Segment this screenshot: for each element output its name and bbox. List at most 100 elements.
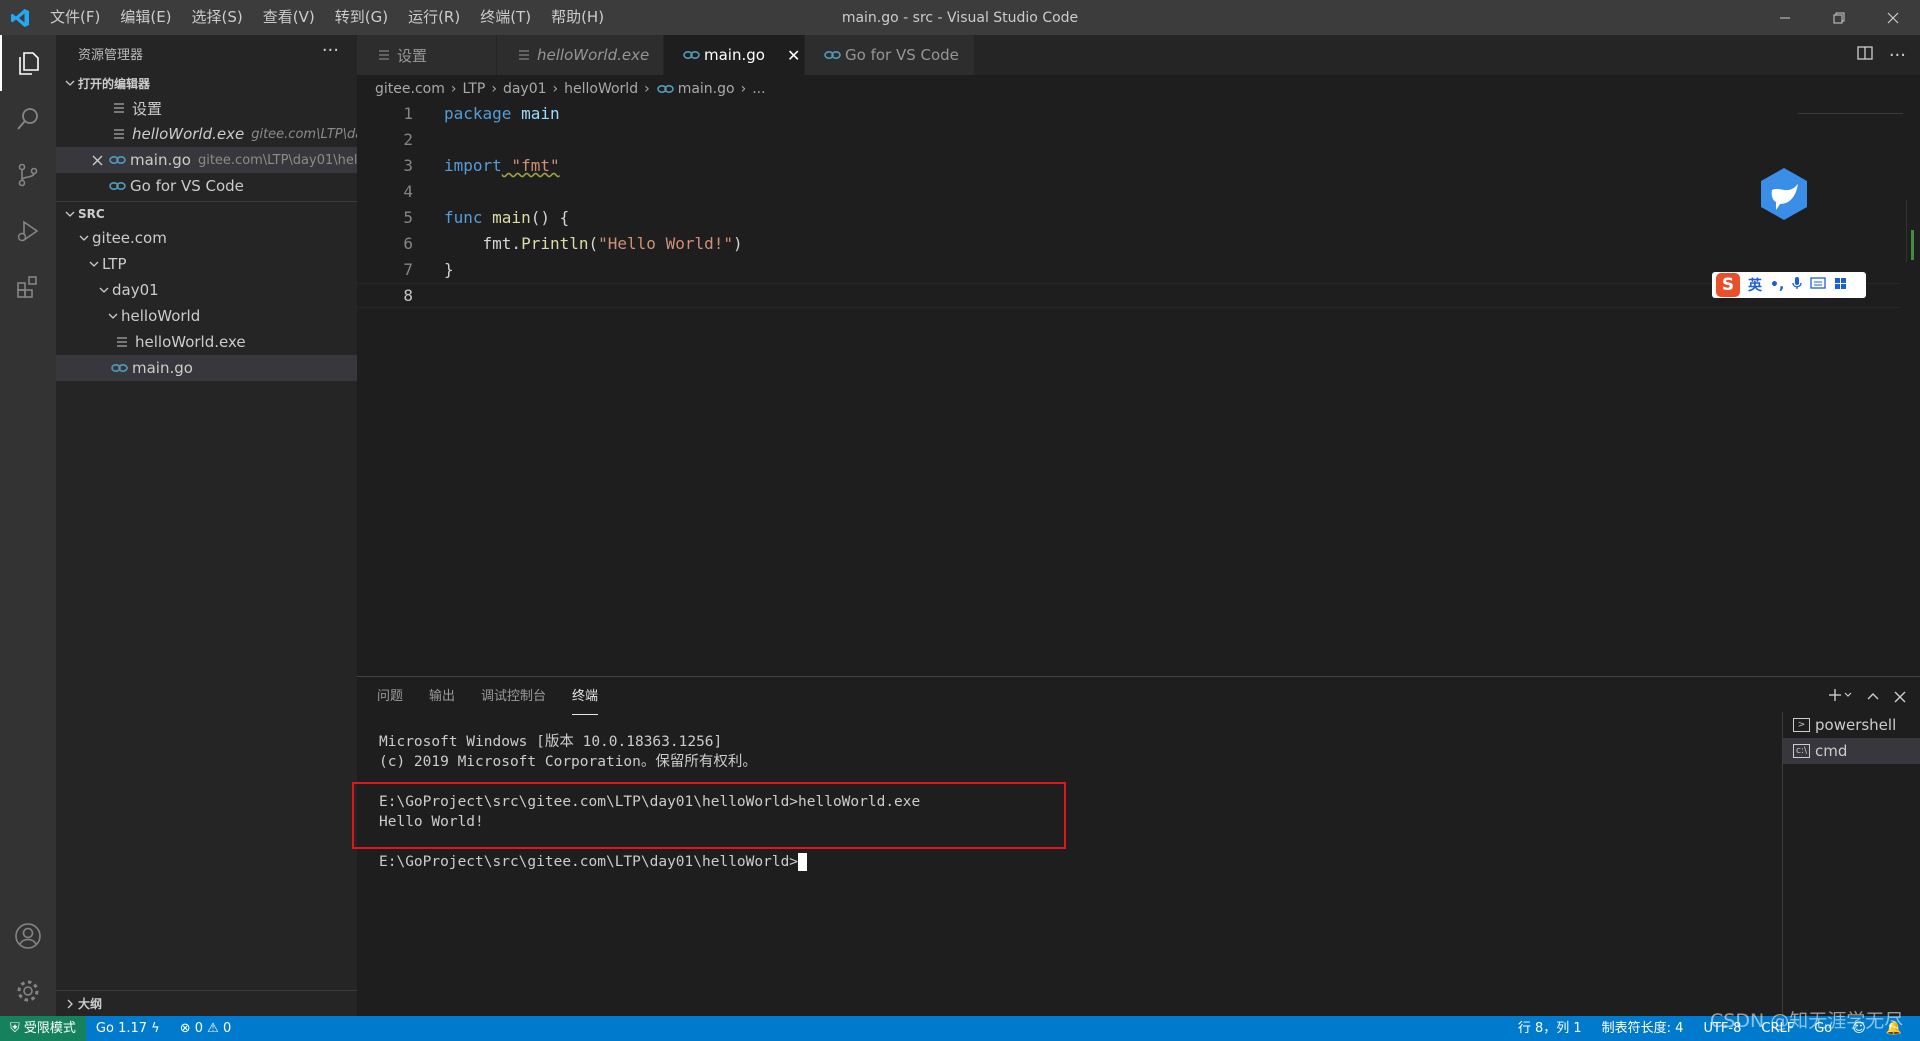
vscode-logo-icon [0, 0, 40, 35]
source-control-icon[interactable] [0, 147, 56, 203]
tab-go-for-vscode[interactable]: Go for VS Code [805, 35, 975, 75]
tab-terminal[interactable]: 终端 [572, 677, 599, 715]
open-editor-path: gitee.com\LTP\day... [251, 126, 357, 142]
terminal-icon: > [1793, 718, 1810, 732]
breadcrumb-item[interactable]: helloWorld [564, 81, 638, 97]
code-line: 6 fmt.Println("Hello World!") [357, 231, 1900, 256]
outline-section-header[interactable]: 大纲 [56, 990, 357, 1016]
floating-bird-logo-icon[interactable] [1758, 166, 1810, 222]
tree-file-main-go[interactable]: main.go [56, 355, 357, 381]
terminal-item-powershell[interactable]: > powershell [1783, 712, 1920, 738]
settings-gear-icon[interactable] [0, 963, 56, 1019]
close-editor-icon[interactable] [86, 155, 108, 166]
cursor-position[interactable]: 行 8，列 1 [1508, 1016, 1592, 1041]
new-terminal-icon[interactable] [1828, 687, 1852, 708]
terminal-prompt: E:\GoProject\src\gitee.com\LTP\day01\hel… [379, 854, 799, 870]
tab-debug-console[interactable]: 调试控制台 [481, 677, 546, 717]
breadcrumb-item[interactable]: LTP [462, 81, 485, 97]
search-icon[interactable] [0, 91, 56, 147]
chevron-down-icon [62, 209, 78, 219]
open-editor-label: Go for VS Code [130, 177, 244, 195]
menu-selection[interactable]: 选择(S) [182, 0, 253, 35]
explorer-icon[interactable] [0, 35, 56, 91]
line-number: 6 [403, 234, 413, 253]
close-tab-icon[interactable]: ✕ [787, 46, 800, 65]
breadcrumb-item[interactable]: day01 [503, 81, 547, 97]
menu-help[interactable]: 帮助(H) [541, 0, 614, 35]
code-text: } [444, 260, 454, 279]
open-editor-item-main-go[interactable]: main.go gitee.com\LTP\day01\hell... [56, 147, 357, 173]
minimize-button[interactable] [1758, 0, 1812, 35]
menu-file[interactable]: 文件(F) [40, 0, 110, 35]
microphone-icon[interactable] [1792, 276, 1802, 294]
grid-menu-icon[interactable] [1834, 277, 1847, 294]
open-editor-item-go-for-vscode[interactable]: Go for VS Code [56, 173, 357, 199]
ime-toolbar[interactable]: S 英 •, [1712, 272, 1866, 298]
tree-file-helloworld-exe[interactable]: helloWorld.exe [56, 329, 357, 355]
chevron-down-icon [62, 78, 78, 88]
breadcrumb-item[interactable]: main.go [678, 81, 735, 97]
breadcrumb-item[interactable]: gitee.com [375, 81, 445, 97]
accounts-icon[interactable] [0, 908, 56, 964]
folder-src-header[interactable]: SRC [56, 201, 357, 225]
menu-run[interactable]: 运行(R) [398, 0, 470, 35]
problems-item[interactable]: ⊗ 0 ⚠ 0 [170, 1016, 242, 1041]
more-actions-icon[interactable]: ··· [322, 35, 339, 71]
extensions-icon[interactable] [0, 259, 56, 315]
terminal-cursor [798, 853, 808, 871]
editor-actions: ··· [1857, 35, 1906, 75]
panel-actions [1828, 677, 1906, 717]
restore-button[interactable] [1812, 0, 1866, 35]
tree-folder-helloworld[interactable]: helloWorld [56, 303, 357, 329]
breadcrumb-item[interactable]: ... [752, 81, 765, 97]
code-editor[interactable]: 1 package main 2 3 import "fmt" 4 5 func… [357, 100, 1920, 670]
terminal-item-cmd[interactable]: c:\ cmd [1783, 738, 1920, 764]
close-panel-icon[interactable] [1894, 687, 1906, 708]
tab-output[interactable]: 输出 [429, 677, 455, 717]
line-number: 3 [403, 156, 413, 175]
tab-helloworld-exe[interactable]: helloWorld.exe [497, 35, 664, 75]
terminal-list: > powershell c:\ cmd [1782, 712, 1920, 1016]
folder-label: SRC [78, 206, 105, 221]
tab-main-go[interactable]: main.go ✕ [664, 35, 805, 75]
chevron-down-icon [86, 259, 102, 269]
go-file-icon [108, 155, 126, 165]
go-version-item[interactable]: Go 1.17 ϟ [86, 1016, 170, 1041]
go-file-icon [682, 50, 700, 60]
editor-scrollbar[interactable] [1906, 200, 1920, 262]
maximize-panel-icon[interactable] [1866, 687, 1880, 708]
run-debug-icon[interactable] [0, 203, 56, 259]
code-line: 1 package main [357, 101, 1900, 126]
tree-folder-day01[interactable]: day01 [56, 277, 357, 303]
tab-settings[interactable]: 设置 [357, 35, 497, 75]
tab-problems[interactable]: 问题 [377, 677, 403, 717]
go-file-icon [656, 84, 674, 94]
go-icon [108, 181, 126, 191]
ime-language[interactable]: 英 [1748, 275, 1762, 295]
tab-size[interactable]: 制表符长度: 4 [1592, 1016, 1694, 1041]
more-actions-icon[interactable]: ··· [1889, 45, 1906, 66]
outline-label: 大纲 [78, 997, 103, 1011]
open-editor-item-settings[interactable]: 设置 [56, 95, 357, 121]
restricted-mode-badge[interactable]: ⛨ 受限模式 [0, 1016, 86, 1041]
go-icon [823, 50, 841, 60]
open-editors-header[interactable]: 打开的编辑器 [56, 71, 357, 95]
file-lines-icon [110, 128, 128, 140]
close-window-button[interactable] [1866, 0, 1920, 35]
menu-edit[interactable]: 编辑(E) [110, 0, 181, 35]
activity-bar [0, 35, 56, 1016]
open-editor-item-helloworld-exe[interactable]: helloWorld.exe gitee.com\LTP\day... [56, 121, 357, 147]
code-line: 3 import "fmt" [357, 153, 1900, 178]
tree-folder-gitee[interactable]: gitee.com [56, 225, 357, 251]
file-lines-icon [515, 49, 533, 61]
ime-punctuation[interactable]: •, [1770, 277, 1784, 293]
menu-terminal[interactable]: 终端(T) [470, 0, 541, 35]
split-editor-icon[interactable] [1857, 45, 1873, 66]
menu-go[interactable]: 转到(G) [325, 0, 398, 35]
menu-view[interactable]: 查看(V) [253, 0, 325, 35]
file-lines-icon [113, 336, 131, 348]
keyboard-icon[interactable] [1810, 277, 1826, 293]
tree-folder-ltp[interactable]: LTP [56, 251, 357, 277]
minimap[interactable] [1798, 100, 1903, 114]
code-line: 7 } [357, 257, 1900, 282]
